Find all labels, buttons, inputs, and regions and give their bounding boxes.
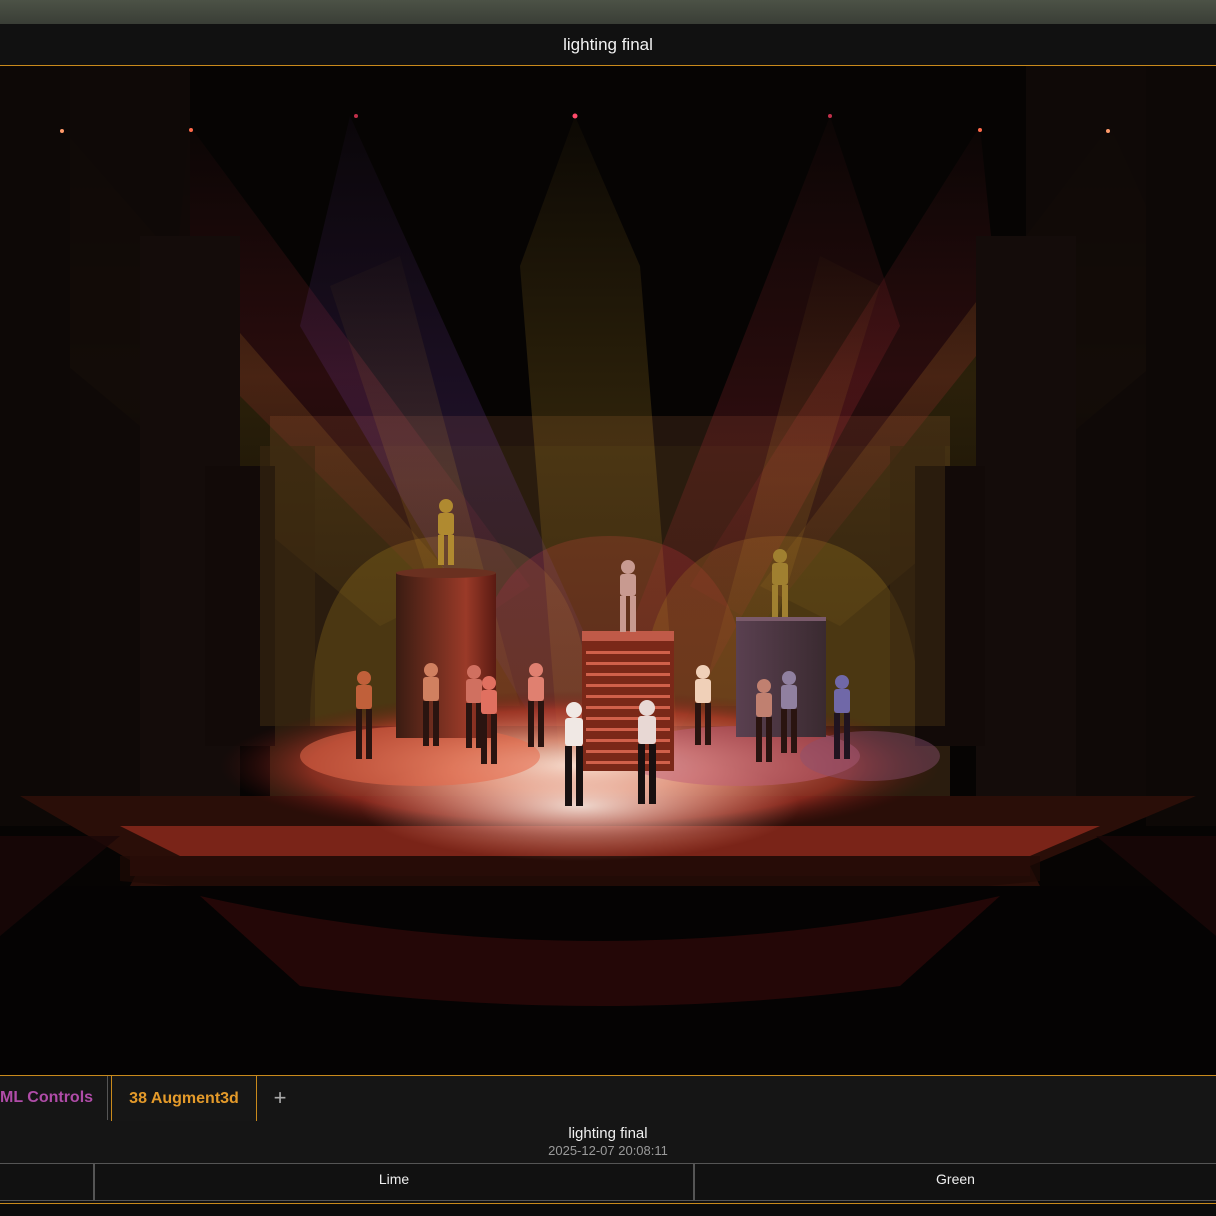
cue-name: lighting final: [568, 1125, 648, 1142]
cue-timestamp: 2025-12-07 20:08:11: [548, 1143, 668, 1158]
plus-icon[interactable]: +: [268, 1084, 292, 1112]
tab-38-augment3d[interactable]: 38 Augment3d: [111, 1076, 257, 1122]
channel-lime[interactable]: Lime: [95, 1164, 695, 1200]
channel-green[interactable]: Green: [695, 1164, 1216, 1200]
viewport-title: lighting final: [563, 34, 653, 54]
viewport-title-bar: lighting final: [0, 24, 1216, 66]
tab-ml-controls[interactable]: ML Controls: [0, 1076, 108, 1120]
window-top-strip: [0, 0, 1216, 24]
bottom-panel: [0, 1204, 1216, 1216]
channel-header-row: Lime Green: [0, 1163, 1216, 1201]
channel-cell[interactable]: [0, 1164, 95, 1200]
cue-info-panel: lighting final 2025-12-07 20:08:11: [0, 1121, 1216, 1163]
stage-render: [0, 66, 1216, 1075]
3d-stage-viewport[interactable]: [0, 66, 1216, 1075]
tab-bar: ML Controls 38 Augment3d +: [0, 1075, 1216, 1122]
